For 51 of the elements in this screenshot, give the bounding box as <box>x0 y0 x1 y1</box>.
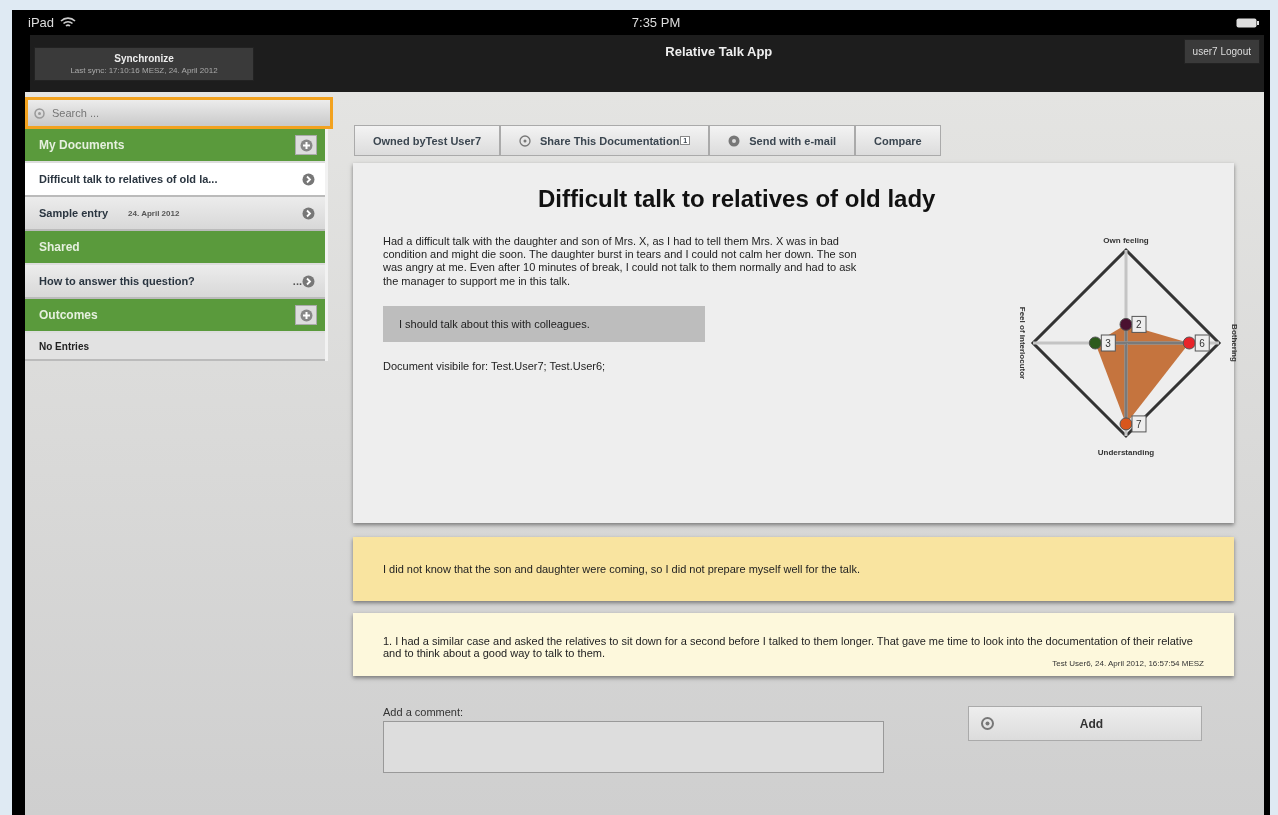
section-title: Shared <box>39 240 80 254</box>
comment-label: Add a comment: <box>383 706 465 718</box>
document-title: Difficult talk to relatives of old lady <box>538 185 937 213</box>
toolbar-button[interactable]: Owned byTest User7 <box>354 125 500 156</box>
share-icon <box>519 134 531 147</box>
battery-icon <box>1236 17 1260 28</box>
add-button[interactable]: Add <box>968 706 1202 741</box>
wifi-icon <box>60 16 77 29</box>
document-text: Had a difficult talk with the daughter and son of Mrs. X, as I had to tell them Mrs. X was in bad condition and might die soon. The daughter burst in tears and I could not calm her down. The son was angry at me. Even after 10 minutes of break, I could not talk to them normally and had to ask the manager to support me in this talk. <box>383 235 858 288</box>
chevron-icon <box>302 274 315 288</box>
value-label: 2 <box>1131 315 1147 333</box>
visibility-text: Document visibile for: Test.User7; Test.User6; <box>383 359 607 372</box>
toolbar-button[interactable]: Compare <box>855 125 941 156</box>
value-label: 3 <box>1100 334 1116 352</box>
search-icon <box>34 107 45 119</box>
empty-item: No Entries <box>25 333 325 361</box>
item-title: How to answer this question? <box>39 275 195 287</box>
synchronize-button[interactable]: Synchronize Last sync: 17:10:16 MESZ, 24. April 2012 <box>34 46 254 81</box>
comment-field[interactable] <box>383 721 884 773</box>
section-title: Outcomes <box>39 308 98 322</box>
add-icon[interactable] <box>295 305 317 325</box>
add-icon <box>981 717 994 730</box>
axis-label: Bothering <box>1230 324 1239 362</box>
logout-button[interactable]: user7 Logout <box>1183 39 1260 64</box>
axis-label: Own feeling <box>1103 236 1149 245</box>
search-input[interactable]: Search ... <box>50 106 324 120</box>
email-button[interactable]: Send with e-mail <box>709 125 856 156</box>
axis-label: Feel of interlocutor <box>1018 306 1027 380</box>
chevron-icon <box>302 172 315 186</box>
section-title: My Documents <box>39 138 125 152</box>
email-icon <box>728 134 741 147</box>
item-date: 24. April 2012 <box>128 208 180 218</box>
search-field[interactable]: Search ... <box>25 97 333 129</box>
item-title: Difficult talk to relatives of old la... <box>39 173 218 185</box>
item-ellipsis: ... <box>292 275 302 287</box>
outcome-text: I did not know that the son and daughter were coming, so I did not prepare myself well for the talk. <box>383 563 860 575</box>
item-title: Sample entry <box>39 207 109 219</box>
comment-meta: Test User6, 24. April 2012, 16:57:54 MESZ <box>1052 659 1204 668</box>
add-icon[interactable] <box>295 135 317 155</box>
value-label: 7 <box>1131 415 1147 433</box>
document-item[interactable]: How to answer this question? ... <box>25 265 325 299</box>
comment-text: 1. I had a similar case and asked the relatives to sit down for a second before I talked to them longer. That gave me time to look into the documentation of their relative and to think about a good way to talk to them. <box>383 635 1194 659</box>
clock-time: 7:35 PM <box>631 15 681 30</box>
axis-label: Understanding <box>1097 448 1155 457</box>
note-box: I should talk about this with colleagues. <box>383 305 705 342</box>
chevron-icon <box>302 206 315 220</box>
document-item[interactable]: Difficult talk to relatives of old la... <box>25 163 325 197</box>
document-item[interactable]: Sample entry 24. April 2012 <box>25 197 325 231</box>
device-name: iPad <box>28 15 55 30</box>
app-title: Relative Talk App <box>665 44 773 59</box>
value-label: 6 <box>1194 334 1210 352</box>
